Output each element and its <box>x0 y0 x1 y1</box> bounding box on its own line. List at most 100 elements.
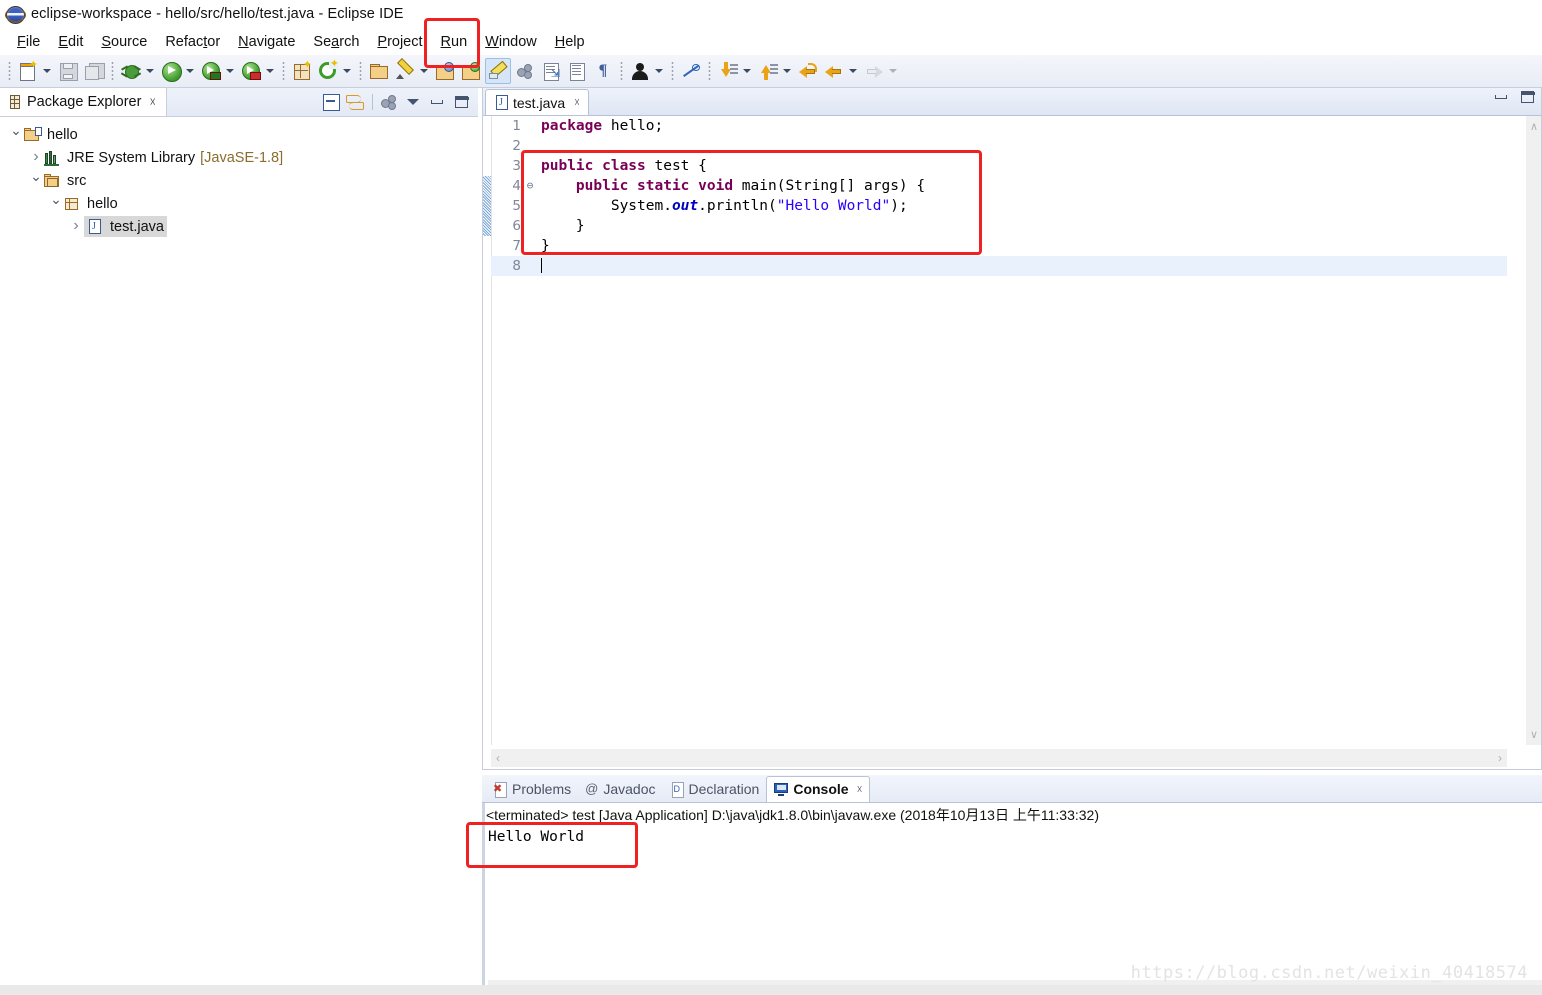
prev-annotation-dropdown[interactable] <box>781 59 793 83</box>
scroll-down-icon[interactable]: ∨ <box>1530 728 1538 741</box>
maximize-view-button[interactable] <box>450 91 472 113</box>
code-line-2[interactable]: 2 <box>491 136 1507 156</box>
code-line-7[interactable]: 7 } <box>491 236 1507 256</box>
code-line-8[interactable]: 8 <box>491 256 1507 276</box>
skip-breakpoints-button[interactable] <box>513 59 537 83</box>
fold-marker[interactable] <box>523 156 537 176</box>
scroll-right-icon[interactable]: › <box>1498 751 1502 765</box>
back-history-button[interactable] <box>796 59 820 83</box>
next-edit-location-button[interactable]: ⇲ <box>539 59 563 83</box>
close-icon[interactable]: ☓ <box>149 95 155 109</box>
new-annotation-button[interactable] <box>393 58 417 83</box>
search-button[interactable] <box>433 59 457 83</box>
new-class-dropdown[interactable] <box>341 59 353 83</box>
forward-button[interactable] <box>862 59 886 83</box>
scroll-left-icon[interactable]: ‹ <box>496 751 500 765</box>
menu-navigate[interactable]: Navigate <box>229 32 304 52</box>
focus-active-task-button[interactable] <box>378 91 400 113</box>
run-coverage-button[interactable] <box>199 59 223 83</box>
code-line-1[interactable]: 1 package hello; <box>491 116 1507 136</box>
toolbar-grip-4[interactable] <box>359 61 362 81</box>
close-icon[interactable]: ☓ <box>857 783 863 796</box>
tab-declaration[interactable]: D Declaration <box>663 776 767 802</box>
coverage-dropdown[interactable] <box>224 59 236 83</box>
toolbar-grip-7[interactable] <box>708 61 711 81</box>
tab-console[interactable]: Console ☓ <box>766 775 871 802</box>
tab-test-java[interactable]: J test.java ☓ <box>485 89 589 115</box>
back-dropdown[interactable] <box>847 59 859 83</box>
code-line-4[interactable]: 4 ⊖ public static void main(String[] arg… <box>491 176 1507 196</box>
view-menu-button[interactable] <box>402 91 424 113</box>
debug-dropdown[interactable] <box>144 59 156 83</box>
toolbar-grip-2[interactable] <box>111 61 114 81</box>
save-all-button[interactable] <box>82 59 106 83</box>
toolbar-grip[interactable] <box>8 61 11 81</box>
toggle-breakpoint-button[interactable] <box>679 59 703 83</box>
forward-dropdown[interactable] <box>887 59 899 83</box>
fold-marker[interactable] <box>523 256 537 276</box>
new-wizard-dropdown[interactable] <box>41 59 53 83</box>
code-line-3[interactable]: 3 public class test { <box>491 156 1507 176</box>
prev-annotation-button[interactable] <box>756 59 780 83</box>
fold-marker[interactable] <box>523 116 537 136</box>
toolbar-grip-3[interactable] <box>282 61 285 81</box>
close-icon[interactable]: ☓ <box>574 96 580 109</box>
link-with-editor-button[interactable] <box>344 91 366 113</box>
menu-edit[interactable]: Edit <box>49 32 92 52</box>
external-tools-dropdown[interactable] <box>264 59 276 83</box>
toggle-mark-occurrences-button[interactable] <box>485 58 511 84</box>
menu-project[interactable]: Project <box>368 32 431 52</box>
tree-item-src[interactable]: src <box>0 169 478 192</box>
twisty-expanded-icon[interactable] <box>8 128 24 141</box>
fold-marker[interactable] <box>523 136 537 156</box>
twisty-expanded-icon[interactable] <box>48 197 64 210</box>
save-button[interactable] <box>56 59 80 83</box>
tab-problems[interactable]: ✖ Problems <box>486 776 578 802</box>
tab-package-explorer[interactable]: Package Explorer ☓ <box>0 88 167 116</box>
menu-source[interactable]: Source <box>92 32 156 52</box>
toggle-block-selection-button[interactable]: ¶ <box>591 59 615 83</box>
tree-item-test-java[interactable]: J test.java <box>0 215 478 238</box>
annotation-dropdown[interactable] <box>418 59 430 83</box>
external-tools-button[interactable] <box>239 59 263 83</box>
user-dropdown[interactable] <box>653 59 665 83</box>
next-annotation-dropdown[interactable] <box>741 59 753 83</box>
maximize-editor-button[interactable] <box>1521 91 1535 103</box>
twisty-collapsed-icon[interactable] <box>28 151 44 164</box>
menu-refactor[interactable]: Refactor <box>156 32 229 52</box>
code-line-5[interactable]: 5 System.out.println("Hello World"); <box>491 196 1507 216</box>
run-button[interactable] <box>159 59 183 83</box>
scroll-up-icon[interactable]: ∧ <box>1530 120 1538 133</box>
code-area[interactable]: 1 package hello; 2 3 public class test {… <box>491 116 1507 745</box>
next-annotation-button[interactable] <box>716 59 740 83</box>
show-whitespace-button[interactable] <box>565 59 589 83</box>
menu-window[interactable]: Window <box>476 32 546 52</box>
user-button[interactable] <box>628 59 652 83</box>
fold-marker[interactable] <box>523 196 537 216</box>
debug-button[interactable] <box>119 59 143 83</box>
editor-horizontal-scrollbar[interactable]: ‹ › <box>491 749 1507 767</box>
minimize-editor-button[interactable] <box>1495 95 1507 99</box>
new-wizard-button[interactable]: ✦ <box>16 59 40 83</box>
fold-marker[interactable] <box>523 236 537 256</box>
twisty-collapsed-icon[interactable] <box>68 220 84 233</box>
tree-item-hello-package[interactable]: hello <box>0 192 478 215</box>
code-line-6[interactable]: 6 } <box>491 216 1507 236</box>
fold-marker[interactable]: ⊖ <box>523 176 537 196</box>
menu-search[interactable]: Search <box>304 32 368 52</box>
new-java-class-button[interactable]: ✦ <box>316 59 340 83</box>
toolbar-grip-6[interactable] <box>671 61 674 81</box>
collapse-all-button[interactable] <box>320 91 342 113</box>
tab-javadoc[interactable]: @ Javadoc <box>578 776 662 802</box>
run-dropdown[interactable] <box>184 59 196 83</box>
minimize-view-button[interactable] <box>426 91 448 113</box>
open-task-button[interactable] <box>459 59 483 83</box>
twisty-expanded-icon[interactable] <box>28 174 44 187</box>
tree-item-hello-project[interactable]: hello <box>0 123 478 146</box>
tree-item-jre-system-library[interactable]: JRE System Library [JavaSE-1.8] <box>0 146 478 169</box>
back-button[interactable] <box>822 59 846 83</box>
menu-file[interactable]: File <box>8 32 49 52</box>
menu-run[interactable]: Run <box>432 32 477 52</box>
new-java-package-button[interactable]: ✦ <box>290 59 314 83</box>
editor-vertical-scrollbar[interactable]: ∧ ∨ <box>1526 116 1542 745</box>
